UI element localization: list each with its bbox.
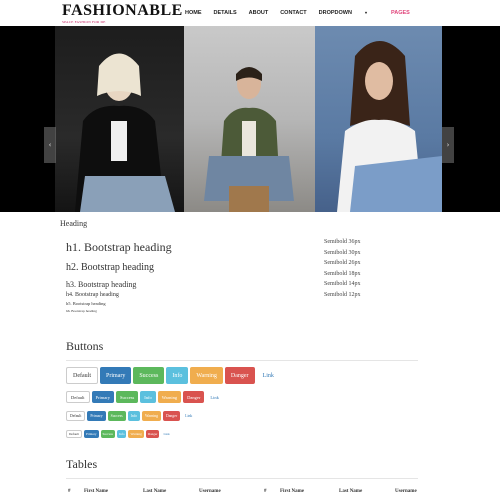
info-button[interactable]: Info [140, 391, 156, 403]
primary-button[interactable]: Primary [91, 391, 114, 403]
nav-item-dropdown-label: DROPDOWN [318, 10, 352, 16]
table-header-left: # First Name Last Name Username [68, 489, 221, 494]
table-header-cell: First Name [84, 489, 109, 494]
success-button[interactable]: Success [133, 367, 165, 384]
danger-button[interactable]: Danger [224, 367, 255, 384]
primary-button[interactable]: Primary [83, 430, 99, 438]
semibold-item: Semibold 36px [324, 239, 361, 245]
link-button[interactable]: Link [182, 411, 195, 421]
button-row-large: Default Primary Success Info Warning Dan… [66, 367, 282, 384]
hero-carousel: ‹ › [0, 26, 500, 212]
default-button[interactable]: Default [66, 411, 86, 421]
brand-title: FASHIONABLE [62, 2, 183, 19]
table-header-cell: Last Name [143, 489, 167, 494]
carousel-photo-woman-leather-jacket [55, 26, 184, 212]
heading-h1: h1. Bootstrap heading [66, 240, 172, 254]
success-button[interactable]: Success [100, 430, 115, 438]
caret-down-icon: ▾ [364, 10, 367, 15]
table-header-cell: First Name [280, 489, 305, 494]
chevron-right-icon: › [446, 141, 450, 149]
warning-button[interactable]: Warning [141, 411, 161, 421]
link-button[interactable]: Link [257, 367, 280, 384]
nav-item-about[interactable]: ABOUT [249, 10, 269, 16]
heading-list: h1. Bootstrap heading h2. Bootstrap head… [66, 240, 172, 316]
nav-item-dropdown[interactable]: DROPDOWN ▾ [319, 10, 379, 16]
primary-button[interactable]: Primary [87, 411, 106, 421]
table-header-cell: Username [395, 489, 417, 494]
heading-h4: h4. Bootstrap heading [66, 292, 119, 298]
buttons-section-title: Buttons [66, 339, 104, 353]
semibold-item: Semibold 30px [324, 249, 361, 256]
warning-button[interactable]: Warning [157, 391, 182, 403]
brand[interactable]: FASHIONABLE SPACE FASHION FOR DE [62, 2, 183, 25]
nav-item-details[interactable]: DETAILS [214, 10, 237, 16]
default-button[interactable]: Default [66, 430, 82, 438]
divider [66, 478, 418, 479]
link-button[interactable]: Link [161, 430, 171, 438]
button-row-small: Default Primary Success Info Warning Dan… [66, 411, 197, 421]
heading-h3: h3. Bootstrap heading [66, 280, 137, 289]
button-row-medium: Default Primary Success Info Warning Dan… [66, 391, 225, 403]
carousel-photo-woman-white-top [315, 26, 442, 212]
button-row-extra-small: Default Primary Success Info Warning Dan… [66, 430, 174, 438]
semibold-item: Semibold 12px [324, 291, 361, 298]
info-button[interactable]: Info [116, 430, 127, 438]
default-button[interactable]: Default [66, 391, 90, 403]
default-button[interactable]: Default [66, 367, 98, 384]
table-header-right: # First Name Last Name Username [264, 489, 417, 494]
danger-button[interactable]: Danger [145, 430, 160, 438]
table-header-cell: Username [199, 489, 221, 494]
semibold-item: Semibold 18px [324, 270, 361, 277]
success-button[interactable]: Success [107, 411, 126, 421]
nav-item-contact[interactable]: CONTACT [280, 10, 306, 16]
primary-button[interactable]: Primary [100, 367, 132, 384]
heading-h6: h6. Bootstrap heading [66, 309, 97, 313]
tables-section-title: Tables [66, 457, 98, 471]
main-nav: HOME DETAILS ABOUT CONTACT DROPDOWN ▾ PAG… [185, 10, 422, 16]
chevron-left-icon: ‹ [48, 141, 52, 149]
warning-button[interactable]: Warning [128, 430, 144, 438]
nav-item-pages[interactable]: PAGES [391, 10, 410, 16]
brand-subtitle: SPACE FASHION FOR DE [62, 20, 106, 24]
semibold-item: Semibold 26px [324, 260, 361, 266]
info-button[interactable]: Info [127, 411, 140, 421]
danger-button[interactable]: Danger [183, 391, 205, 403]
info-button[interactable]: Info [166, 367, 189, 384]
success-button[interactable]: Success [116, 391, 139, 403]
link-button[interactable]: Link [206, 391, 223, 403]
heading-label: Heading [60, 219, 88, 228]
table-header-cell: # [68, 489, 71, 494]
table-header-cell: Last Name [339, 489, 363, 494]
semibold-item: Semibold 14px [324, 281, 361, 287]
divider [66, 360, 418, 361]
warning-button[interactable]: Warning [190, 367, 223, 384]
nav-item-home[interactable]: HOME [185, 10, 202, 16]
carousel-photo-man-seated [184, 26, 315, 212]
semibold-list: Semibold 36px Semibold 30px Semibold 26p… [324, 237, 361, 300]
site-header: FASHIONABLE SPACE FASHION FOR DE HOME DE… [0, 0, 500, 26]
heading-h5: h5. Bootstrap heading [66, 301, 106, 306]
table-header-cell: # [264, 489, 267, 494]
carousel-next-button[interactable]: › [442, 127, 454, 163]
danger-button[interactable]: Danger [162, 411, 181, 421]
carousel-prev-button[interactable]: ‹ [44, 127, 56, 163]
heading-h2: h2. Bootstrap heading [66, 262, 155, 273]
